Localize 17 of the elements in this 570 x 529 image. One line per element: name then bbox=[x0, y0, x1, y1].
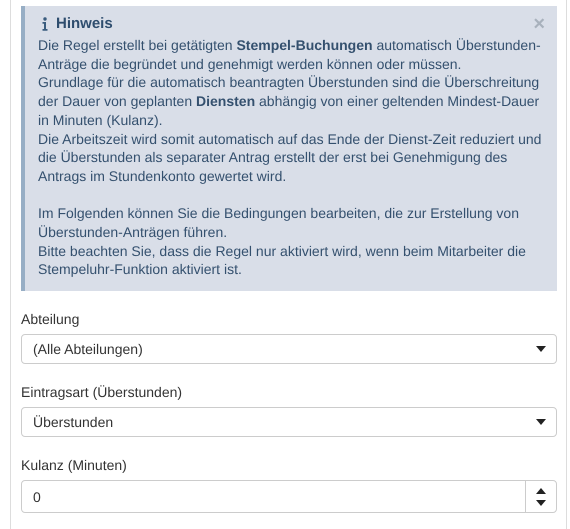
dropdown-field[interactable]: Überstunden bbox=[21, 407, 557, 438]
alert-text: Die Arbeitszeit wird somit automatisch auf das Ende der Dienst-Zeit reduziert und die Überstunden als separater Antrag erstellt der erst bei Genehmigung des Antrags im Stundenkonto gewertet wird. bbox=[38, 130, 542, 186]
alert-text: Im Folgenden können Sie die Bedingungen bearbeiten, die zur Erstellung von Überstunden-Anträgen führen. bbox=[38, 204, 520, 242]
dropdown-field[interactable]: (Alle Abteilungen) bbox=[21, 334, 557, 364]
info-icon bbox=[42, 17, 48, 31]
down-arrow-icon bbox=[536, 500, 546, 506]
caret-icon bbox=[536, 419, 546, 426]
number-field[interactable]: 0 bbox=[21, 480, 557, 514]
alert-title: Hinweis bbox=[56, 14, 113, 34]
field-label: Eintragsart (Überstunden) bbox=[21, 384, 184, 400]
alert-text: Grundlage für die automatisch beantragten Überstunden sind die Überschreitung der Dauer von geplanten Diensten abhängig von einer geltenden Mindest-Dauer in Minuten (Kulanz). bbox=[38, 73, 540, 130]
field-label: Kulanz (Minuten) bbox=[21, 457, 128, 474]
field-label: Abteilung bbox=[21, 311, 80, 328]
alert-text: Bitte beachten Sie, dass die Regel nur aktiviert wird, wenn beim Mitarbeiter die Stempeluhr-Funktion aktiviert ist. bbox=[38, 242, 527, 280]
alert-text: Die Regel erstellt bei getätigten Stempel-Buchungen automatisch Überstunden-Anträge die begründet und genehmigt werden können oder müssen. bbox=[38, 36, 542, 74]
caret-icon bbox=[536, 346, 546, 352]
up-arrow-icon bbox=[536, 488, 546, 494]
